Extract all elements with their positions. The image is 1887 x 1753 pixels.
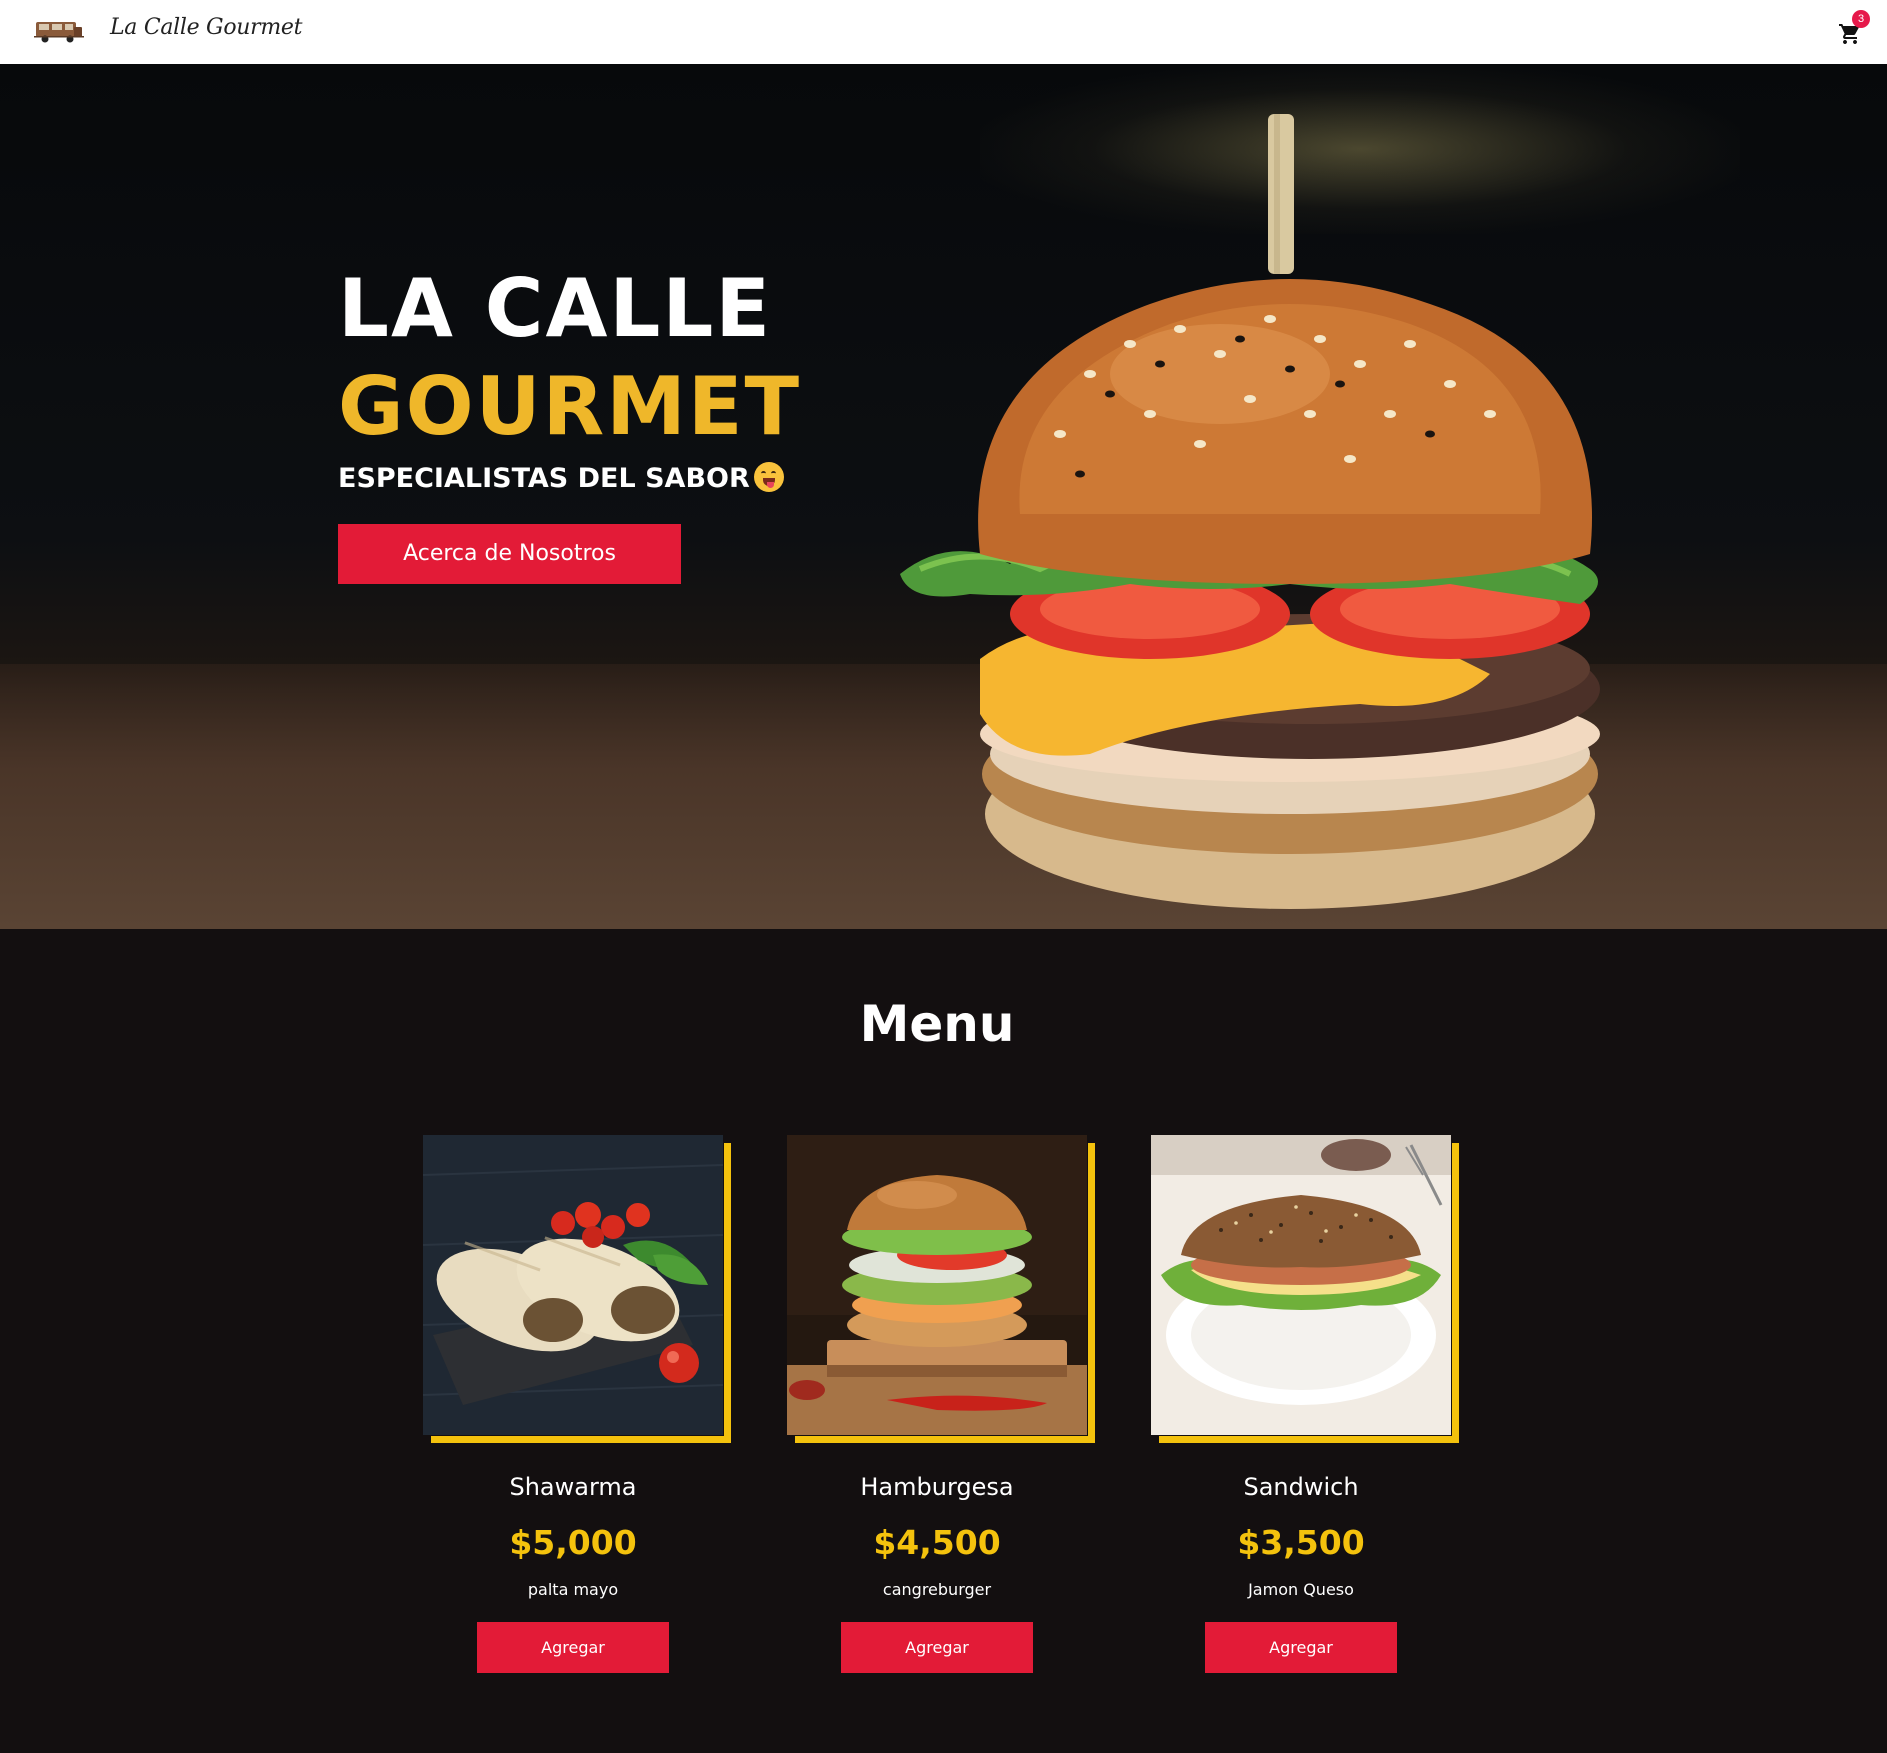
menu-item-name: Sandwich bbox=[1243, 1473, 1359, 1501]
add-shawarma-button[interactable]: Agregar bbox=[477, 1622, 669, 1673]
hamburgesa-image bbox=[787, 1135, 1087, 1435]
menu-item-description: cangreburger bbox=[882, 1580, 992, 1599]
menu-item-name: Hamburgesa bbox=[860, 1473, 1014, 1501]
menu-item-name: Shawarma bbox=[509, 1473, 637, 1501]
menu-card-shawarma: Shawarma $5,000 palta mayo Agregar bbox=[423, 1135, 743, 1695]
menu-item-description: palta mayo bbox=[527, 1580, 619, 1599]
hero-burger-image bbox=[900, 114, 1600, 909]
brand-name[interactable]: La Calle Gourmet bbox=[110, 15, 302, 40]
hero-banner: LA CALLE GOURMET ESPECIALISTAS DEL SABOR… bbox=[0, 64, 1887, 929]
menu-section: Menu Shawarma $5,000 palta mayo Agregar bbox=[0, 929, 1887, 1753]
about-us-button[interactable]: Acerca de Nosotros bbox=[338, 524, 681, 584]
shawarma-image bbox=[423, 1135, 723, 1435]
navbar: La Calle Gourmet 3 bbox=[0, 0, 1887, 64]
menu-item-price: $5,000 bbox=[509, 1523, 637, 1562]
cart-count-badge: 3 bbox=[1852, 10, 1870, 28]
menu-card-hamburgesa: Hamburgesa $4,500 cangreburger Agregar bbox=[787, 1135, 1107, 1695]
menu-item-price: $3,500 bbox=[1237, 1523, 1365, 1562]
hero-subtitle-text: ESPECIALISTAS DEL SABOR bbox=[338, 463, 750, 494]
menu-item-description: Jamon Queso bbox=[1248, 1580, 1354, 1599]
food-truck-logo[interactable] bbox=[34, 18, 84, 44]
add-hamburgesa-button[interactable]: Agregar bbox=[841, 1622, 1033, 1673]
hero-title-line2: GOURMET bbox=[338, 360, 802, 453]
menu-item-price: $4,500 bbox=[873, 1523, 1001, 1562]
add-sandwich-button[interactable]: Agregar bbox=[1205, 1622, 1397, 1673]
menu-card-sandwich: Sandwich $3,500 Jamon Queso Agregar bbox=[1151, 1135, 1471, 1695]
yum-emoji-icon bbox=[753, 462, 784, 492]
sandwich-image bbox=[1151, 1135, 1451, 1435]
cart-button[interactable]: 3 bbox=[1838, 10, 1870, 48]
menu-title: Menu bbox=[859, 995, 1015, 1053]
hero-subtitle: ESPECIALISTAS DEL SABOR bbox=[338, 462, 784, 494]
hero-title-line1: LA CALLE bbox=[338, 262, 772, 355]
